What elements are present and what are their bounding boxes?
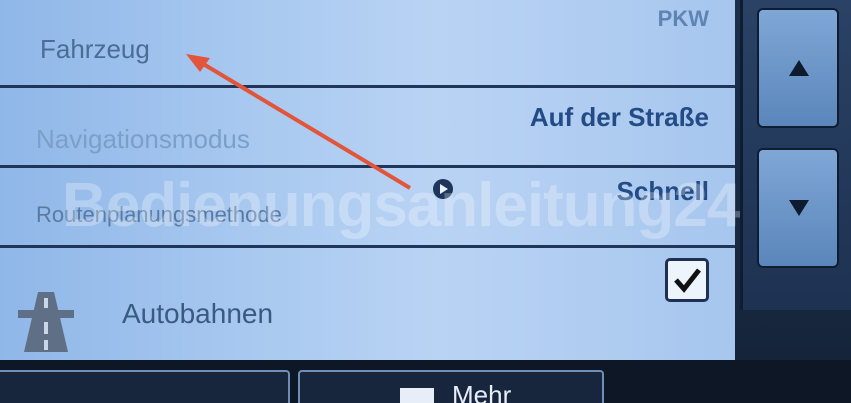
navigation-settings-screen: Fahrzeug PKW Navigationsmodus Auf der St… [0,0,851,403]
red-arrow-icon [186,54,412,190]
